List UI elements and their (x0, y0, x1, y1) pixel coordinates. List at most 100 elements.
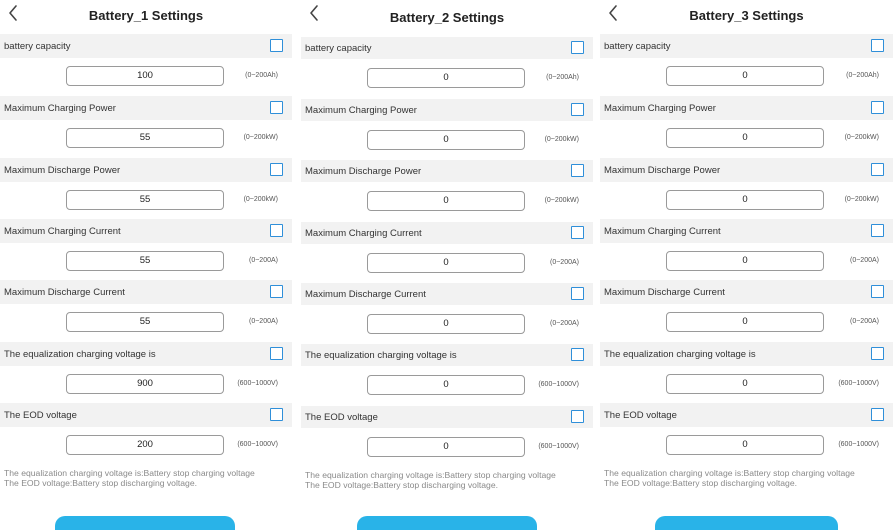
field-label: Maximum Charging Power (604, 103, 716, 114)
field-label: Maximum Discharge Power (305, 166, 422, 177)
field-label: The equalization charging voltage is (4, 349, 156, 360)
range-hint: (0~200A) (249, 257, 278, 264)
field-checkbox[interactable] (270, 39, 283, 52)
footnote: The equalization charging voltage is:Bat… (604, 468, 855, 478)
field-label: The equalization charging voltage is (305, 350, 457, 361)
the-eod-voltage-input[interactable]: 200 (66, 435, 224, 455)
maximum-charging-current-input[interactable]: 55 (66, 251, 224, 271)
maximum-discharge-current-input[interactable]: 55 (66, 312, 224, 332)
field-row-maximum-charging-current: Maximum Charging Current (0, 219, 292, 243)
range-hint: (600~1000V) (838, 380, 879, 387)
field-row-maximum-discharge-power: Maximum Discharge Power (301, 160, 593, 182)
maximum-discharge-power-input[interactable]: 0 (666, 190, 824, 210)
field-checkbox[interactable] (571, 41, 584, 54)
field-row-the-eod-voltage: The EOD voltage (301, 406, 593, 428)
field-row-battery-capacity: battery capacity (600, 34, 893, 58)
battery-capacity-input[interactable]: 100 (66, 66, 224, 86)
field-label: Maximum Discharge Current (604, 287, 725, 298)
field-checkbox[interactable] (871, 347, 884, 360)
maximum-discharge-current-input[interactable]: 0 (367, 314, 525, 334)
field-row-battery-capacity: battery capacity (301, 37, 593, 59)
maximum-discharge-power-input[interactable]: 55 (66, 190, 224, 210)
field-row-battery-capacity: battery capacity (0, 34, 292, 58)
range-hint: (0~200A) (249, 318, 278, 325)
the-equalization-charging-voltage-is-input[interactable]: 900 (66, 374, 224, 394)
field-checkbox[interactable] (871, 163, 884, 176)
field-label: Maximum Charging Current (604, 226, 721, 237)
range-hint: (0~200kW) (243, 196, 278, 203)
field-row-the-eod-voltage: The EOD voltage (0, 403, 292, 427)
field-checkbox[interactable] (871, 39, 884, 52)
field-row-maximum-discharge-power: Maximum Discharge Power (0, 158, 292, 182)
page-title: Battery_1 Settings (88, 8, 204, 23)
field-checkbox[interactable] (270, 347, 283, 360)
battery-settings-panel-2: Battery_2 Settings battery capacity 0 (0~20… (301, 0, 593, 521)
field-row-maximum-discharge-current: Maximum Discharge Current (0, 280, 292, 304)
field-row-maximum-discharge-power: Maximum Discharge Power (600, 158, 893, 182)
field-row-maximum-charging-power: Maximum Charging Power (301, 99, 593, 121)
field-row-maximum-charging-current: Maximum Charging Current (301, 222, 593, 244)
footnote: The EOD voltage:Battery stop discharging… (604, 478, 797, 488)
confirm-button[interactable] (357, 516, 537, 530)
field-checkbox[interactable] (270, 163, 283, 176)
field-checkbox[interactable] (871, 408, 884, 421)
field-checkbox[interactable] (571, 164, 584, 177)
range-hint: (600~1000V) (838, 441, 879, 448)
range-hint: (600~1000V) (237, 441, 278, 448)
range-hint: (0~200kW) (844, 134, 879, 141)
battery-capacity-input[interactable]: 0 (367, 68, 525, 88)
footnote: The EOD voltage:Battery stop discharging… (4, 478, 197, 488)
field-label: Maximum Discharge Current (4, 287, 125, 298)
field-row-maximum-discharge-current: Maximum Discharge Current (600, 280, 893, 304)
maximum-discharge-power-input[interactable]: 0 (367, 191, 525, 211)
field-row-the-equalization-charging-voltage-is: The equalization charging voltage is (600, 342, 893, 366)
range-hint: (0~200Ah) (546, 74, 579, 81)
field-checkbox[interactable] (270, 285, 283, 298)
the-eod-voltage-input[interactable]: 0 (666, 435, 824, 455)
field-checkbox[interactable] (871, 285, 884, 298)
field-checkbox[interactable] (270, 408, 283, 421)
maximum-discharge-current-input[interactable]: 0 (666, 312, 824, 332)
field-label: Maximum Discharge Current (305, 289, 426, 300)
field-checkbox[interactable] (571, 287, 584, 300)
field-label: The EOD voltage (4, 410, 77, 421)
field-checkbox[interactable] (871, 224, 884, 237)
footnote: The equalization charging voltage is:Bat… (305, 470, 556, 480)
range-hint: (0~200Ah) (846, 72, 879, 79)
field-checkbox[interactable] (871, 101, 884, 114)
battery-settings-panel-1: Battery_1 Settings battery capacity 100 (0~… (0, 0, 292, 521)
field-label: Maximum Discharge Power (604, 165, 721, 176)
field-row-the-equalization-charging-voltage-is: The equalization charging voltage is (301, 344, 593, 366)
field-label: Maximum Discharge Power (4, 165, 121, 176)
confirm-button[interactable] (55, 516, 235, 530)
field-checkbox[interactable] (270, 101, 283, 114)
field-label: battery capacity (305, 43, 372, 54)
field-label: battery capacity (604, 41, 671, 52)
maximum-charging-power-input[interactable]: 0 (367, 130, 525, 150)
maximum-charging-current-input[interactable]: 0 (666, 251, 824, 271)
field-checkbox[interactable] (571, 410, 584, 423)
battery-capacity-input[interactable]: 0 (666, 66, 824, 86)
the-equalization-charging-voltage-is-input[interactable]: 0 (666, 374, 824, 394)
field-row-maximum-charging-power: Maximum Charging Power (0, 96, 292, 120)
range-hint: (0~200A) (550, 259, 579, 266)
the-eod-voltage-input[interactable]: 0 (367, 437, 525, 457)
field-checkbox[interactable] (270, 224, 283, 237)
the-equalization-charging-voltage-is-input[interactable]: 0 (367, 375, 525, 395)
maximum-charging-current-input[interactable]: 0 (367, 253, 525, 273)
field-checkbox[interactable] (571, 103, 584, 116)
field-checkbox[interactable] (571, 348, 584, 361)
field-checkbox[interactable] (571, 226, 584, 239)
field-row-maximum-charging-current: Maximum Charging Current (600, 219, 893, 243)
range-hint: (600~1000V) (538, 443, 579, 450)
maximum-charging-power-input[interactable]: 55 (66, 128, 224, 148)
range-hint: (0~200Ah) (245, 72, 278, 79)
header: Battery_3 Settings (600, 0, 893, 34)
field-label: Maximum Charging Current (305, 228, 422, 239)
range-hint: (600~1000V) (237, 380, 278, 387)
maximum-charging-power-input[interactable]: 0 (666, 128, 824, 148)
field-label: Maximum Charging Power (305, 105, 417, 116)
field-label: The EOD voltage (305, 412, 378, 423)
confirm-button[interactable] (655, 516, 838, 530)
header: Battery_2 Settings (301, 0, 593, 34)
